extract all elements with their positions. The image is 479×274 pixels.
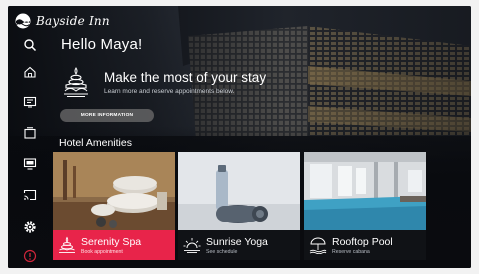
nav-cast[interactable]	[22, 187, 38, 203]
nav-search[interactable]	[22, 37, 38, 53]
nav-home[interactable]	[22, 64, 38, 80]
apps-icon	[24, 127, 36, 139]
brand-name: Bayside Inn	[36, 14, 110, 28]
promo-subtitle: Learn more and reserve appointments belo…	[104, 88, 235, 95]
promo-title: Make the most of your stay	[104, 70, 267, 85]
search-icon	[24, 39, 37, 52]
monitor-icon	[23, 158, 37, 170]
tv-guide-icon	[23, 96, 37, 108]
more-information-button[interactable]: MORE INFORMATION	[60, 109, 154, 122]
nav-settings[interactable]	[22, 219, 38, 235]
amenity-card-pool[interactable]: Rooftop Pool Reserve cabana	[304, 152, 426, 260]
yoga-subtitle: See schedule	[206, 249, 238, 255]
tv-frame: Bayside Inn Hello Maya! Make the most of…	[0, 0, 479, 274]
spa-photo	[53, 152, 175, 230]
nav-info[interactable]	[22, 248, 38, 264]
wave-logo-icon	[15, 13, 31, 29]
yoga-title: Sunrise Yoga	[206, 236, 268, 248]
nav-tv-guide[interactable]	[22, 94, 38, 110]
gear-icon	[24, 221, 36, 233]
amenity-card-yoga[interactable]: Sunrise Yoga See schedule	[178, 152, 300, 260]
spa-icon	[59, 236, 75, 253]
amenities-section-title: Hotel Amenities	[59, 137, 132, 149]
yoga-photo	[178, 152, 300, 230]
greeting-title: Hello Maya!	[61, 36, 143, 53]
tv-screen: Bayside Inn Hello Maya! Make the most of…	[8, 6, 471, 268]
amenity-card-spa[interactable]: Serenity Spa Book appointment	[53, 152, 175, 260]
cast-icon	[23, 189, 37, 201]
nav-apps[interactable]	[22, 125, 38, 141]
spa-title: Serenity Spa	[81, 236, 142, 248]
pool-subtitle: Reserve cabana	[332, 249, 370, 255]
pool-title: Rooftop Pool	[332, 236, 393, 248]
spa-stones-icon	[64, 67, 88, 97]
spa-subtitle: Book appointment	[81, 249, 123, 255]
pool-photo	[304, 152, 426, 230]
info-icon	[23, 249, 37, 263]
cabana-umbrella-icon	[309, 237, 327, 254]
sunrise-icon	[183, 238, 201, 253]
brand-logo: Bayside Inn	[14, 12, 110, 30]
nav-inputs[interactable]	[22, 156, 38, 172]
home-icon	[24, 66, 36, 78]
